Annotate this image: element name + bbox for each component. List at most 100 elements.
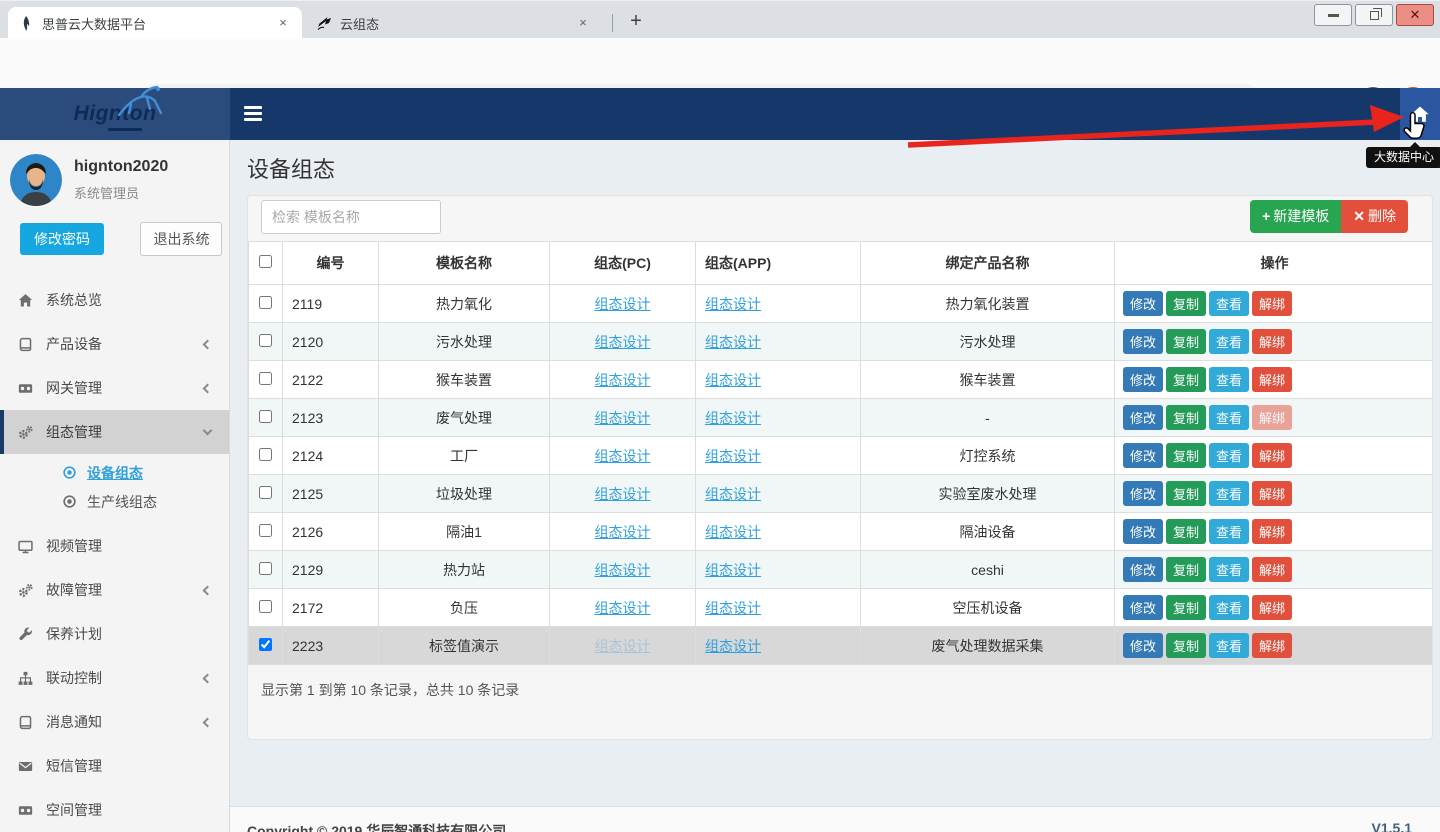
- row-checkbox[interactable]: [259, 562, 272, 575]
- copy-action-button[interactable]: 复制: [1166, 481, 1206, 506]
- column-header[interactable]: 绑定产品名称: [861, 242, 1115, 285]
- unbind-action-button[interactable]: 解绑: [1252, 595, 1292, 620]
- edit-action-button[interactable]: 修改: [1123, 291, 1163, 316]
- pc-config-link[interactable]: 组态设计: [595, 372, 651, 388]
- sidebar-item-7[interactable]: 联动控制: [0, 656, 229, 700]
- view-action-button[interactable]: 查看: [1209, 519, 1249, 544]
- pc-config-link[interactable]: 组态设计: [595, 562, 651, 578]
- logout-button[interactable]: 退出系统: [140, 222, 222, 256]
- app-config-link[interactable]: 组态设计: [705, 562, 761, 578]
- app-config-link[interactable]: 组态设计: [705, 524, 761, 540]
- sidebar-item-4[interactable]: 视频管理: [0, 524, 229, 568]
- row-checkbox[interactable]: [259, 600, 272, 613]
- row-checkbox[interactable]: [259, 296, 272, 309]
- browser-tab-inactive[interactable]: 云组态 ×: [306, 7, 602, 39]
- row-checkbox[interactable]: [259, 486, 272, 499]
- copy-action-button[interactable]: 复制: [1166, 443, 1206, 468]
- row-checkbox[interactable]: [259, 524, 272, 537]
- app-config-link[interactable]: 组态设计: [705, 410, 761, 426]
- app-config-link[interactable]: 组态设计: [705, 638, 761, 654]
- view-action-button[interactable]: 查看: [1209, 405, 1249, 430]
- copy-action-button[interactable]: 复制: [1166, 367, 1206, 392]
- view-action-button[interactable]: 查看: [1209, 329, 1249, 354]
- view-action-button[interactable]: 查看: [1209, 367, 1249, 392]
- sidebar-subitem[interactable]: 设备组态: [0, 458, 229, 487]
- column-header[interactable]: 组态(APP): [696, 242, 861, 285]
- app-config-link[interactable]: 组态设计: [705, 486, 761, 502]
- sidebar-item-5[interactable]: 故障管理: [0, 568, 229, 612]
- browser-tab-active[interactable]: 思普云大数据平台 ×: [8, 7, 302, 39]
- sidebar-item-8[interactable]: 消息通知: [0, 700, 229, 744]
- new-template-button[interactable]: +新建模板: [1250, 200, 1341, 233]
- pc-config-link[interactable]: 组态设计: [595, 410, 651, 426]
- copy-action-button[interactable]: 复制: [1166, 633, 1206, 658]
- copy-action-button[interactable]: 复制: [1166, 519, 1206, 544]
- new-tab-button[interactable]: +: [622, 8, 650, 36]
- column-header[interactable]: 编号: [283, 242, 379, 285]
- pc-config-link[interactable]: 组态设计: [595, 638, 651, 654]
- select-all-checkbox[interactable]: [259, 255, 272, 268]
- sidebar-item-3[interactable]: 组态管理: [0, 410, 229, 454]
- unbind-action-button[interactable]: 解绑: [1252, 633, 1292, 658]
- app-config-link[interactable]: 组态设计: [705, 296, 761, 312]
- delete-button[interactable]: ✕删除: [1341, 200, 1408, 233]
- pc-config-link[interactable]: 组态设计: [595, 448, 651, 464]
- view-action-button[interactable]: 查看: [1209, 557, 1249, 582]
- pc-config-link[interactable]: 组态设计: [595, 334, 651, 350]
- sidebar-item-2[interactable]: 网关管理: [0, 366, 229, 410]
- tab-close-icon[interactable]: ×: [274, 14, 292, 32]
- view-action-button[interactable]: 查看: [1209, 291, 1249, 316]
- window-minimize-button[interactable]: [1314, 4, 1352, 26]
- copy-action-button[interactable]: 复制: [1166, 291, 1206, 316]
- sidebar-item-6[interactable]: 保养计划: [0, 612, 229, 656]
- row-checkbox[interactable]: [259, 334, 272, 347]
- sidebar-item-10[interactable]: 空间管理: [0, 788, 229, 832]
- pc-config-link[interactable]: 组态设计: [595, 600, 651, 616]
- column-header[interactable]: 操作: [1115, 242, 1434, 285]
- unbind-action-button[interactable]: 解绑: [1252, 481, 1292, 506]
- column-header[interactable]: 组态(PC): [550, 242, 696, 285]
- copy-action-button[interactable]: 复制: [1166, 595, 1206, 620]
- edit-action-button[interactable]: 修改: [1123, 595, 1163, 620]
- copy-action-button[interactable]: 复制: [1166, 557, 1206, 582]
- copy-action-button[interactable]: 复制: [1166, 329, 1206, 354]
- unbind-action-button[interactable]: 解绑: [1252, 443, 1292, 468]
- column-header[interactable]: 模板名称: [379, 242, 550, 285]
- app-config-link[interactable]: 组态设计: [705, 600, 761, 616]
- sidebar-toggle-button[interactable]: [244, 106, 262, 121]
- app-config-link[interactable]: 组态设计: [705, 334, 761, 350]
- search-input[interactable]: [261, 200, 441, 234]
- window-close-button[interactable]: ✕: [1396, 4, 1434, 26]
- sidebar-item-0[interactable]: 系统总览: [0, 278, 229, 322]
- edit-action-button[interactable]: 修改: [1123, 557, 1163, 582]
- sidebar-item-9[interactable]: 短信管理: [0, 744, 229, 788]
- view-action-button[interactable]: 查看: [1209, 633, 1249, 658]
- unbind-action-button[interactable]: 解绑: [1252, 519, 1292, 544]
- row-checkbox[interactable]: [259, 448, 272, 461]
- row-checkbox[interactable]: [259, 372, 272, 385]
- unbind-action-button[interactable]: 解绑: [1252, 329, 1292, 354]
- window-restore-button[interactable]: [1355, 4, 1393, 26]
- pc-config-link[interactable]: 组态设计: [595, 486, 651, 502]
- edit-action-button[interactable]: 修改: [1123, 405, 1163, 430]
- edit-action-button[interactable]: 修改: [1123, 329, 1163, 354]
- app-config-link[interactable]: 组态设计: [705, 372, 761, 388]
- unbind-action-button[interactable]: 解绑: [1252, 291, 1292, 316]
- edit-action-button[interactable]: 修改: [1123, 519, 1163, 544]
- pc-config-link[interactable]: 组态设计: [595, 296, 651, 312]
- sidebar-item-1[interactable]: 产品设备: [0, 322, 229, 366]
- view-action-button[interactable]: 查看: [1209, 481, 1249, 506]
- row-checkbox[interactable]: [259, 410, 272, 423]
- unbind-action-button[interactable]: 解绑: [1252, 557, 1292, 582]
- edit-action-button[interactable]: 修改: [1123, 367, 1163, 392]
- copy-action-button[interactable]: 复制: [1166, 405, 1206, 430]
- unbind-action-button[interactable]: 解绑: [1252, 367, 1292, 392]
- app-config-link[interactable]: 组态设计: [705, 448, 761, 464]
- edit-action-button[interactable]: 修改: [1123, 633, 1163, 658]
- view-action-button[interactable]: 查看: [1209, 443, 1249, 468]
- unbind-action-button[interactable]: 解绑: [1252, 405, 1292, 430]
- change-password-button[interactable]: 修改密码: [20, 223, 104, 255]
- view-action-button[interactable]: 查看: [1209, 595, 1249, 620]
- tab-close-icon[interactable]: ×: [574, 14, 592, 32]
- edit-action-button[interactable]: 修改: [1123, 481, 1163, 506]
